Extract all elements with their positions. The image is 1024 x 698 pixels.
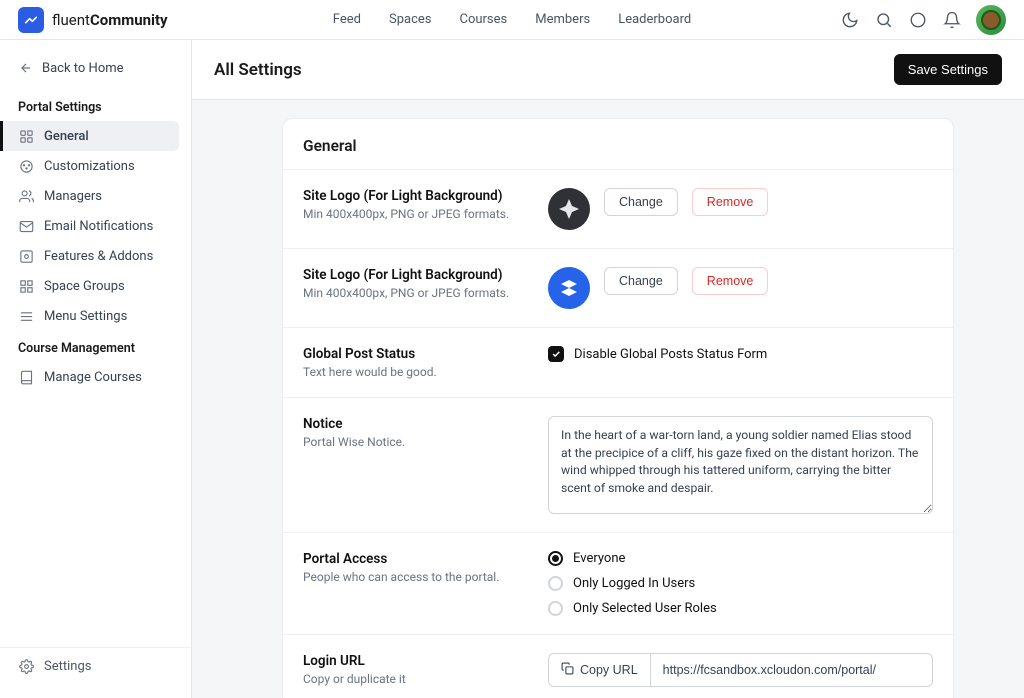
sidebar-item-customizations[interactable]: Customizations (0, 151, 191, 181)
row-site-logo-light-2: Site Logo (For Light Background) Min 400… (283, 249, 953, 328)
nav-courses[interactable]: Courses (459, 12, 507, 27)
sidebar-item-label: Email Notifications (44, 219, 153, 234)
moon-icon[interactable] (840, 10, 860, 30)
change-logo-button[interactable]: Change (604, 188, 678, 216)
radio-selected-roles[interactable]: Only Selected User Roles (548, 601, 717, 616)
row-sub: Min 400x400px, PNG or JPEG formats. (303, 207, 528, 221)
topbar: fluentCommunity Feed Spaces Courses Memb… (0, 0, 1024, 40)
row-label: Login URL (303, 653, 528, 669)
disable-posts-checkbox[interactable] (548, 346, 564, 362)
sidebar-item-label: Features & Addons (44, 249, 153, 264)
sidebar-item-label: Customizations (44, 159, 135, 174)
sidebar-item-email-notifications[interactable]: Email Notifications (0, 211, 191, 241)
radio-icon (548, 576, 563, 591)
chat-icon[interactable] (908, 10, 928, 30)
remove-logo-button[interactable]: Remove (692, 267, 769, 295)
copy-url-label: Copy URL (580, 663, 638, 677)
mail-icon (18, 218, 34, 234)
section-course-management: Course Management (0, 331, 191, 362)
general-icon (18, 128, 34, 144)
page-header: All Settings Save Settings (192, 40, 1024, 100)
general-heading: General (283, 119, 953, 170)
sidebar: Back to Home Portal Settings General Cus… (0, 40, 192, 698)
gear-icon (18, 658, 34, 674)
sidebar-item-label: Managers (44, 189, 102, 204)
sidebar-item-features-addons[interactable]: Features & Addons (0, 241, 191, 271)
top-icons (840, 5, 1006, 35)
radio-label: Only Logged In Users (573, 576, 695, 591)
nav-leaderboard[interactable]: Leaderboard (618, 12, 691, 27)
sidebar-item-manage-courses[interactable]: Manage Courses (0, 362, 191, 392)
sidebar-item-space-groups[interactable]: Space Groups (0, 271, 191, 301)
footer-settings-label: Settings (44, 659, 91, 674)
radio-label: Everyone (573, 551, 625, 566)
row-login-url: Login URL Copy or duplicate it Copy URL (283, 635, 953, 698)
login-url-input[interactable] (650, 653, 933, 687)
row-global-post-status: Global Post Status Text here would be go… (283, 328, 953, 398)
sidebar-item-label: General (44, 129, 89, 144)
avatar[interactable] (976, 5, 1006, 35)
brand-mark-icon (18, 7, 44, 33)
back-label: Back to Home (42, 61, 124, 76)
palette-icon (18, 158, 34, 174)
row-label: Global Post Status (303, 346, 528, 362)
brand-logo[interactable]: fluentCommunity (18, 7, 168, 33)
notice-textarea[interactable] (548, 416, 933, 514)
section-portal-settings: Portal Settings (0, 90, 191, 121)
radio-everyone[interactable]: Everyone (548, 551, 717, 566)
row-label: Site Logo (For Light Background) (303, 188, 528, 204)
row-notice: Notice Portal Wise Notice. (283, 398, 953, 533)
footer-settings[interactable]: Settings (0, 647, 191, 684)
sidebar-item-menu-settings[interactable]: Menu Settings (0, 301, 191, 331)
general-card: General Site Logo (For Light Background)… (282, 118, 954, 698)
brand-text: fluentCommunity (52, 11, 168, 29)
users-icon (18, 188, 34, 204)
row-site-logo-light-1: Site Logo (For Light Background) Min 400… (283, 170, 953, 249)
row-sub: Portal Wise Notice. (303, 435, 528, 449)
arrow-left-icon (18, 60, 34, 76)
row-portal-access: Portal Access People who can access to t… (283, 533, 953, 635)
radio-logged-in[interactable]: Only Logged In Users (548, 576, 717, 591)
sidebar-item-managers[interactable]: Managers (0, 181, 191, 211)
copy-url-button[interactable]: Copy URL (548, 653, 650, 687)
radio-icon (548, 551, 563, 566)
main-content: All Settings Save Settings General Site … (192, 40, 1024, 698)
page-title: All Settings (214, 60, 302, 80)
nav-members[interactable]: Members (535, 12, 590, 27)
row-sub: People who can access to the portal. (303, 570, 528, 584)
nav-spaces[interactable]: Spaces (389, 12, 432, 27)
row-sub: Copy or duplicate it (303, 672, 528, 686)
row-label: Site Logo (For Light Background) (303, 267, 528, 283)
save-settings-button[interactable]: Save Settings (894, 54, 1002, 85)
remove-logo-button[interactable]: Remove (692, 188, 769, 216)
copy-icon (561, 662, 574, 678)
nav-feed[interactable]: Feed (333, 12, 361, 27)
sidebar-item-label: Space Groups (44, 279, 125, 294)
top-nav: Feed Spaces Courses Members Leaderboard (333, 12, 691, 27)
grid-icon (18, 278, 34, 294)
sidebar-item-label: Menu Settings (44, 309, 127, 324)
bell-icon[interactable] (942, 10, 962, 30)
disable-posts-label: Disable Global Posts Status Form (574, 347, 767, 362)
row-label: Portal Access (303, 551, 528, 567)
puzzle-icon (18, 248, 34, 264)
book-icon (18, 369, 34, 385)
row-sub: Text here would be good. (303, 365, 528, 379)
sidebar-item-label: Manage Courses (44, 370, 142, 385)
change-logo-button[interactable]: Change (604, 267, 678, 295)
menu-icon (18, 308, 34, 324)
logo-preview-blue (548, 267, 590, 309)
back-to-home[interactable]: Back to Home (0, 54, 191, 90)
search-icon[interactable] (874, 10, 894, 30)
row-label: Notice (303, 416, 528, 432)
logo-preview-dark (548, 188, 590, 230)
sidebar-item-general[interactable]: General (0, 121, 179, 151)
radio-label: Only Selected User Roles (573, 601, 717, 616)
radio-icon (548, 601, 563, 616)
row-sub: Min 400x400px, PNG or JPEG formats. (303, 286, 528, 300)
